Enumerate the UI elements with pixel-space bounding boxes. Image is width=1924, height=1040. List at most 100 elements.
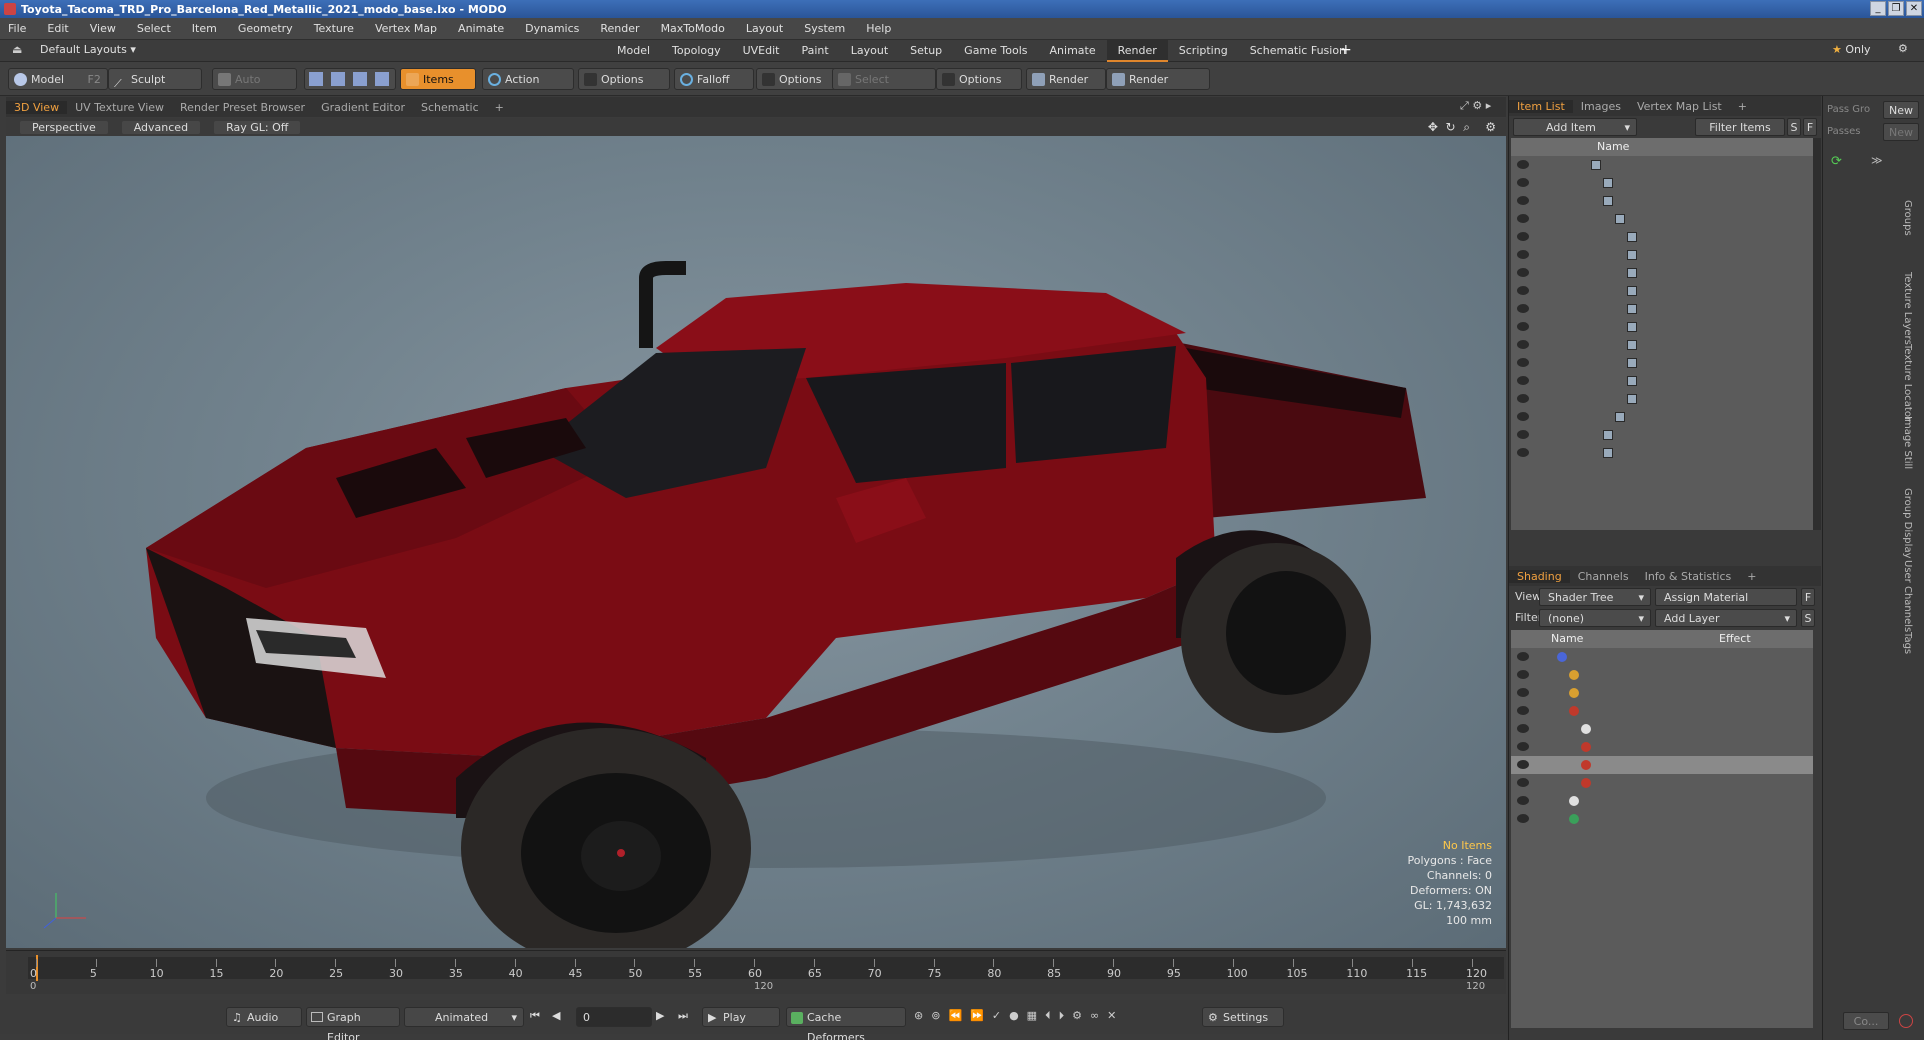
item-list-f-button[interactable]: F [1803, 118, 1817, 136]
cache-deformers-button[interactable]: Cache Deformers [786, 1007, 906, 1040]
next-key-icon[interactable]: ⏩ [970, 1009, 984, 1023]
key-link-icon[interactable]: ∞ [1090, 1009, 1099, 1023]
item-row[interactable] [1511, 282, 1813, 300]
visibility-eye-icon[interactable] [1517, 652, 1529, 661]
visibility-eye-icon[interactable] [1517, 178, 1529, 187]
timeline[interactable]: 0 5 10 15 20 25 30 35 40 45 50 55 60 65 70 75 80 85 90 95 10… [6, 950, 1506, 994]
shader-row[interactable] [1511, 828, 1813, 846]
item-row[interactable] [1511, 300, 1813, 318]
menu-vertex-map[interactable]: Vertex Map [375, 22, 437, 35]
key-grid-icon[interactable]: ▦ [1027, 1009, 1037, 1023]
item-row[interactable] [1511, 192, 1813, 210]
tab-topology[interactable]: Topology [661, 40, 732, 62]
item-list-s-button[interactable]: S [1787, 118, 1801, 136]
menu-maxtomodo[interactable]: MaxToModo [661, 22, 725, 35]
filter-items-button[interactable]: Filter Items [1695, 118, 1785, 136]
shading-f-button[interactable]: F [1801, 588, 1815, 606]
item-row[interactable] [1511, 390, 1813, 408]
action-center-button[interactable]: Action Center [482, 68, 574, 108]
menu-animate[interactable]: Animate [458, 22, 504, 35]
item-row[interactable] [1511, 264, 1813, 282]
layout-selector[interactable]: Default Layouts ▾ [40, 43, 136, 56]
visibility-eye-icon[interactable] [1517, 322, 1529, 331]
sculpt-mode-button[interactable]: ⟋ Sculpt [108, 68, 202, 90]
item-row[interactable] [1511, 174, 1813, 192]
visibility-eye-icon[interactable] [1517, 670, 1529, 679]
menu-render[interactable]: Render [600, 22, 639, 35]
tab-setup[interactable]: Setup [899, 40, 953, 62]
view-dropdown[interactable]: Shader Tree ▾ [1539, 588, 1651, 606]
shader-row[interactable] [1511, 666, 1813, 684]
visibility-eye-icon[interactable] [1517, 448, 1529, 457]
step-back-icon[interactable]: ◀ [552, 1009, 560, 1022]
close-button[interactable]: ✕ [1906, 1, 1922, 16]
shader-row[interactable] [1511, 810, 1813, 828]
menu-item[interactable]: Item [192, 22, 217, 35]
visibility-eye-icon[interactable] [1517, 286, 1529, 295]
item-row[interactable] [1511, 372, 1813, 390]
side-tab-user-channels[interactable]: User Channels [1902, 560, 1913, 632]
menu-help[interactable]: Help [866, 22, 891, 35]
auto-key-icon[interactable]: ⊚ [931, 1009, 940, 1023]
shading-tab-channels[interactable]: Channels [1570, 570, 1637, 583]
auto-select-button[interactable]: Auto Select [212, 68, 297, 108]
maximize-viewport-icon[interactable]: ⤢ [1460, 99, 1469, 112]
add-item-dropdown[interactable]: Add Item ▾ [1513, 118, 1637, 136]
jump-back-icon[interactable]: ⏴ [1045, 1009, 1051, 1023]
key-delete-icon[interactable]: ✕ [1107, 1009, 1116, 1023]
render-window-button[interactable]: Render Window [1106, 68, 1210, 108]
refresh-icon[interactable]: ⟳ [1831, 154, 1842, 169]
gear-icon[interactable]: ⚙ [1898, 42, 1908, 55]
tab-paint[interactable]: Paint [791, 40, 840, 62]
play-button[interactable]: ▶ Play [702, 1007, 780, 1027]
select-through-button[interactable]: Select Through [832, 68, 936, 108]
side-tab-group-display[interactable]: Group Display [1902, 488, 1913, 558]
shader-row[interactable] [1511, 900, 1813, 918]
shader-row[interactable] [1511, 648, 1813, 666]
side-tab-tags[interactable]: Tags [1902, 632, 1913, 654]
add-viewport-tab-icon[interactable]: + [487, 101, 512, 114]
shader-row[interactable] [1511, 792, 1813, 810]
shading-s-button[interactable]: S [1801, 609, 1815, 627]
settings-button[interactable]: ⚙ Settings [1202, 1007, 1284, 1027]
falloff-options-button[interactable]: Options [756, 68, 836, 90]
add-tab-icon[interactable]: + [1739, 570, 1764, 583]
add-layout-tab-icon[interactable]: + [1340, 42, 1352, 58]
item-row[interactable] [1511, 444, 1813, 462]
animated-dropdown[interactable]: Animated ▾ [404, 1007, 524, 1027]
shader-row[interactable] [1511, 756, 1813, 774]
viewport-tab-render-preset-browser[interactable]: Render Preset Browser [172, 101, 313, 114]
menu-file[interactable]: File [8, 22, 26, 35]
assign-material-button[interactable]: Assign Material [1655, 588, 1797, 606]
visibility-eye-icon[interactable] [1517, 214, 1529, 223]
side-tab-texture-layers[interactable]: Texture Layers [1902, 272, 1913, 345]
visibility-eye-icon[interactable] [1517, 724, 1529, 733]
visibility-eye-icon[interactable] [1517, 358, 1529, 367]
go-to-end-icon[interactable]: ⏭ [678, 1009, 688, 1023]
visibility-eye-icon[interactable] [1517, 430, 1529, 439]
shader-row[interactable] [1511, 774, 1813, 792]
visibility-eye-icon[interactable] [1517, 250, 1529, 259]
visibility-eye-icon[interactable] [1517, 814, 1529, 823]
menu-texture[interactable]: Texture [314, 22, 354, 35]
menu-select[interactable]: Select [137, 22, 171, 35]
visibility-eye-icon[interactable] [1517, 778, 1529, 787]
add-tab-icon[interactable]: + [1730, 100, 1755, 113]
visibility-eye-icon[interactable] [1517, 688, 1529, 697]
visibility-eye-icon[interactable] [1517, 268, 1529, 277]
item-list-tab-images[interactable]: Images [1573, 100, 1629, 113]
3d-viewport[interactable]: PerspectiveAdvancedRay GL: Off ✥ ↻ ⌕ ⚙ [6, 118, 1506, 948]
select-through-options-button[interactable]: Options [936, 68, 1022, 90]
tab-scripting[interactable]: Scripting [1168, 40, 1239, 62]
shading-tab-shading[interactable]: Shading [1509, 569, 1570, 583]
shader-row[interactable] [1511, 684, 1813, 702]
new-pass-group-button[interactable]: New [1883, 101, 1919, 119]
tab-uvedit[interactable]: UVEdit [732, 40, 791, 62]
side-tab-image-still[interactable]: Image Still [1902, 416, 1913, 469]
vertices-mode-icon[interactable] [309, 72, 323, 86]
tab-animate[interactable]: Animate [1039, 40, 1107, 62]
layout-pin-icon[interactable]: ⏏ [12, 43, 22, 56]
jump-forward-icon[interactable]: ⏵ [1059, 1009, 1065, 1023]
side-tab-texture-locator[interactable]: Texture Locator [1902, 344, 1913, 421]
menu-view[interactable]: View [90, 22, 116, 35]
